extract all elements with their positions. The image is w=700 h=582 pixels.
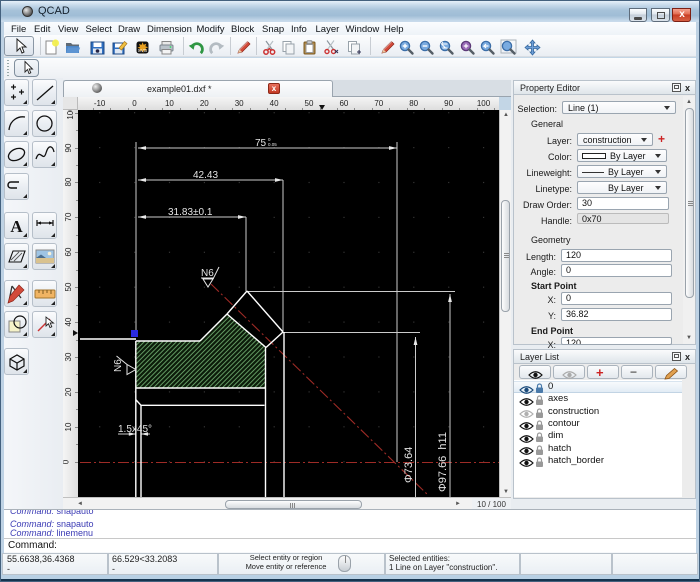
svg-text:1.5x45°: 1.5x45° [118, 424, 152, 435]
svg-text:0.05: 0.05 [268, 142, 277, 147]
svg-text:75: 75 [255, 138, 267, 149]
svg-text:N6: N6 [201, 268, 214, 279]
svg-text:31.83±0.1: 31.83±0.1 [168, 207, 213, 218]
svg-text:Φ73.64: Φ73.64 [403, 447, 415, 483]
svg-text:A: A [10, 217, 23, 236]
svg-text:42.43: 42.43 [193, 170, 218, 181]
svg-text:Φ97.66 h11: Φ97.66 h11 [437, 432, 449, 492]
svg-text:SVG: SVG [138, 48, 148, 53]
